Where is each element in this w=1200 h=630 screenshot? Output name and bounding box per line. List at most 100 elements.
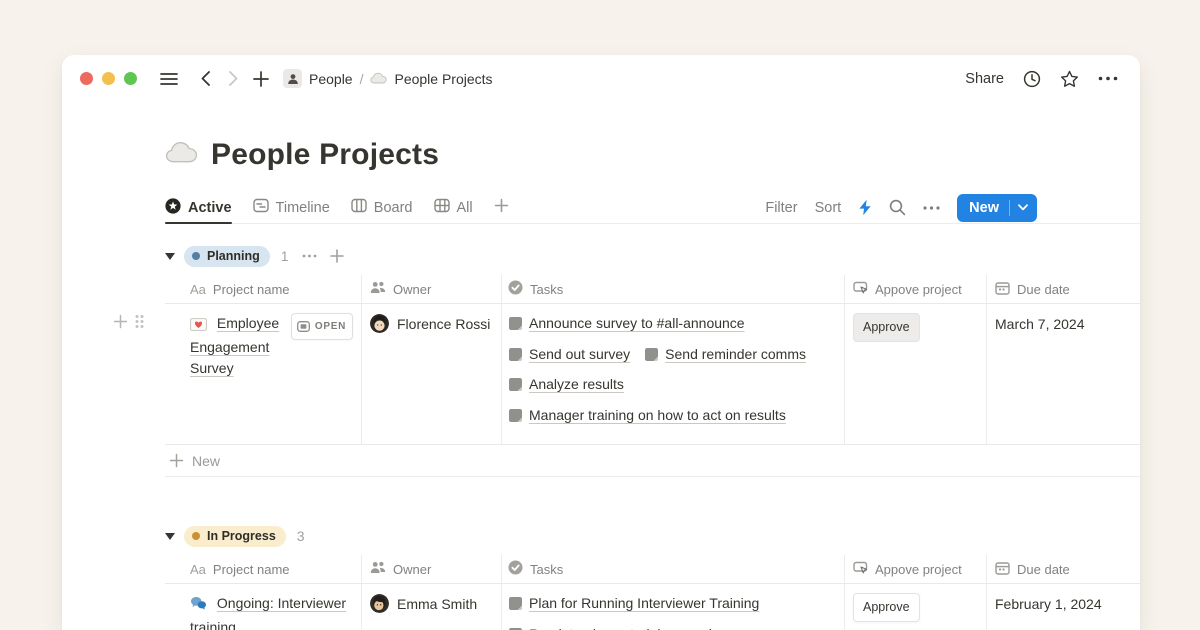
approve-button[interactable]: Approve: [853, 593, 920, 622]
window-topbar: People / People Projects Share: [62, 55, 1140, 102]
more-icon[interactable]: [302, 254, 317, 258]
new-row-label: New: [192, 453, 220, 469]
text-icon: Aa: [190, 282, 206, 297]
more-icon[interactable]: [923, 206, 940, 210]
task-link[interactable]: Run interviewer training session: [508, 624, 727, 630]
task-link[interactable]: Manager training on how to act on result…: [508, 405, 786, 426]
group-count: 1: [281, 248, 289, 264]
column-header-approve-project[interactable]: Appove project: [845, 555, 987, 583]
breadcrumb: People / People Projects: [283, 69, 493, 88]
page-icon: [508, 347, 523, 362]
row-controls: [113, 314, 144, 329]
speech-bubbles-icon: [190, 596, 207, 617]
plus-icon: [169, 453, 184, 468]
filter-button[interactable]: Filter: [765, 200, 797, 216]
page-icon: [508, 316, 523, 331]
new-row-button[interactable]: New: [165, 445, 1140, 477]
page-icon: [508, 627, 523, 630]
breadcrumb-current[interactable]: People Projects: [394, 71, 492, 87]
plus-icon[interactable]: [330, 249, 344, 263]
owner-name[interactable]: Florence Rossi: [397, 314, 490, 335]
task-link[interactable]: Announce survey to #all-announce: [508, 313, 745, 334]
approve-cell: Approve: [845, 304, 987, 444]
approve-cell: Approve: [845, 584, 987, 630]
group-planning: Planning 1 Aa Project name Owner: [165, 243, 1140, 477]
sort-button[interactable]: Sort: [815, 200, 842, 216]
share-button[interactable]: Share: [965, 71, 1004, 87]
triangle-down-icon[interactable]: [165, 253, 175, 260]
triangle-down-icon[interactable]: [165, 533, 175, 540]
drag-handle-icon[interactable]: [135, 314, 144, 329]
button-click-icon: [853, 281, 868, 298]
breadcrumb-parent[interactable]: People: [309, 71, 353, 87]
owner-name[interactable]: Emma Smith: [397, 594, 477, 615]
tab-active[interactable]: Active: [165, 192, 232, 223]
table-row: Ongoing: Interviewer training Emma Smith…: [165, 584, 1140, 630]
column-header-project-name[interactable]: Aa Project name: [165, 275, 362, 303]
forward-icon[interactable]: [221, 67, 245, 91]
clock-icon[interactable]: [1023, 70, 1041, 88]
column-header-due-date[interactable]: Due date: [987, 555, 1140, 583]
column-header-due-date[interactable]: Due date: [987, 275, 1140, 303]
zoom-window-button[interactable]: [124, 72, 137, 85]
zap-icon[interactable]: [858, 199, 872, 216]
status-tag-planning[interactable]: Planning: [184, 246, 270, 267]
peek-icon: [297, 321, 310, 332]
due-date-cell[interactable]: February 1, 2024: [987, 584, 1140, 630]
more-icon[interactable]: [1098, 76, 1118, 81]
column-header-project-name[interactable]: Aa Project name: [165, 555, 362, 583]
tag-dot: [192, 532, 200, 540]
timeline-icon: [253, 198, 269, 217]
approve-button[interactable]: Approve: [853, 313, 920, 342]
new-button[interactable]: New: [957, 194, 1037, 222]
open-button[interactable]: OPEN: [291, 313, 353, 340]
due-date-cell[interactable]: March 7, 2024: [987, 304, 1140, 444]
new-button-label: New: [957, 200, 1009, 216]
minimize-window-button[interactable]: [102, 72, 115, 85]
star-icon[interactable]: [1060, 70, 1079, 88]
group-header: In Progress 3: [165, 523, 1140, 549]
star-circle-icon: [165, 198, 181, 218]
new-page-plus-icon[interactable]: [249, 67, 273, 91]
add-row-icon[interactable]: [113, 314, 128, 329]
add-view-button[interactable]: [494, 192, 509, 223]
hamburger-icon[interactable]: [157, 67, 181, 91]
close-window-button[interactable]: [80, 72, 93, 85]
column-header-owner[interactable]: Owner: [362, 275, 502, 303]
column-header-tasks[interactable]: Tasks: [502, 275, 845, 303]
group-header: Planning 1: [165, 243, 1140, 269]
check-circle-icon: [508, 280, 523, 298]
task-link[interactable]: Send out survey: [508, 344, 630, 365]
status-tag-in-progress[interactable]: In Progress: [184, 526, 286, 547]
tab-label: Board: [374, 200, 413, 216]
traffic-lights: [80, 72, 137, 85]
cloud-icon: [370, 71, 387, 87]
tab-board[interactable]: Board: [351, 192, 413, 223]
view-tabs: Active Timeline Board All: [165, 192, 509, 223]
people-icon: [370, 281, 386, 297]
tag-label: Planning: [207, 249, 260, 263]
project-name-link[interactable]: Ongoing: Interviewer training: [190, 595, 346, 630]
owner-cell: Emma Smith: [362, 584, 502, 630]
button-click-icon: [853, 561, 868, 578]
page-icon: [644, 347, 659, 362]
tab-all[interactable]: All: [434, 192, 473, 223]
tab-timeline[interactable]: Timeline: [253, 192, 330, 223]
people-db-icon: [283, 69, 302, 88]
project-name-cell: Ongoing: Interviewer training: [165, 584, 362, 630]
task-link[interactable]: Analyze results: [508, 374, 624, 395]
back-icon[interactable]: [193, 67, 217, 91]
column-header-approve-project[interactable]: Appove project: [845, 275, 987, 303]
breadcrumb-separator: /: [360, 71, 364, 87]
views-row: Active Timeline Board All: [165, 192, 1140, 224]
column-header-owner[interactable]: Owner: [362, 555, 502, 583]
column-header-tasks[interactable]: Tasks: [502, 555, 845, 583]
people-icon: [370, 561, 386, 577]
task-link[interactable]: Send reminder comms: [644, 344, 806, 365]
calendar-icon: [995, 561, 1010, 578]
page-icon: [508, 408, 523, 423]
chevron-down-icon[interactable]: [1010, 204, 1037, 211]
task-link[interactable]: Plan for Running Interviewer Training: [508, 593, 759, 614]
search-icon[interactable]: [889, 199, 906, 216]
tag-label: In Progress: [207, 529, 276, 543]
